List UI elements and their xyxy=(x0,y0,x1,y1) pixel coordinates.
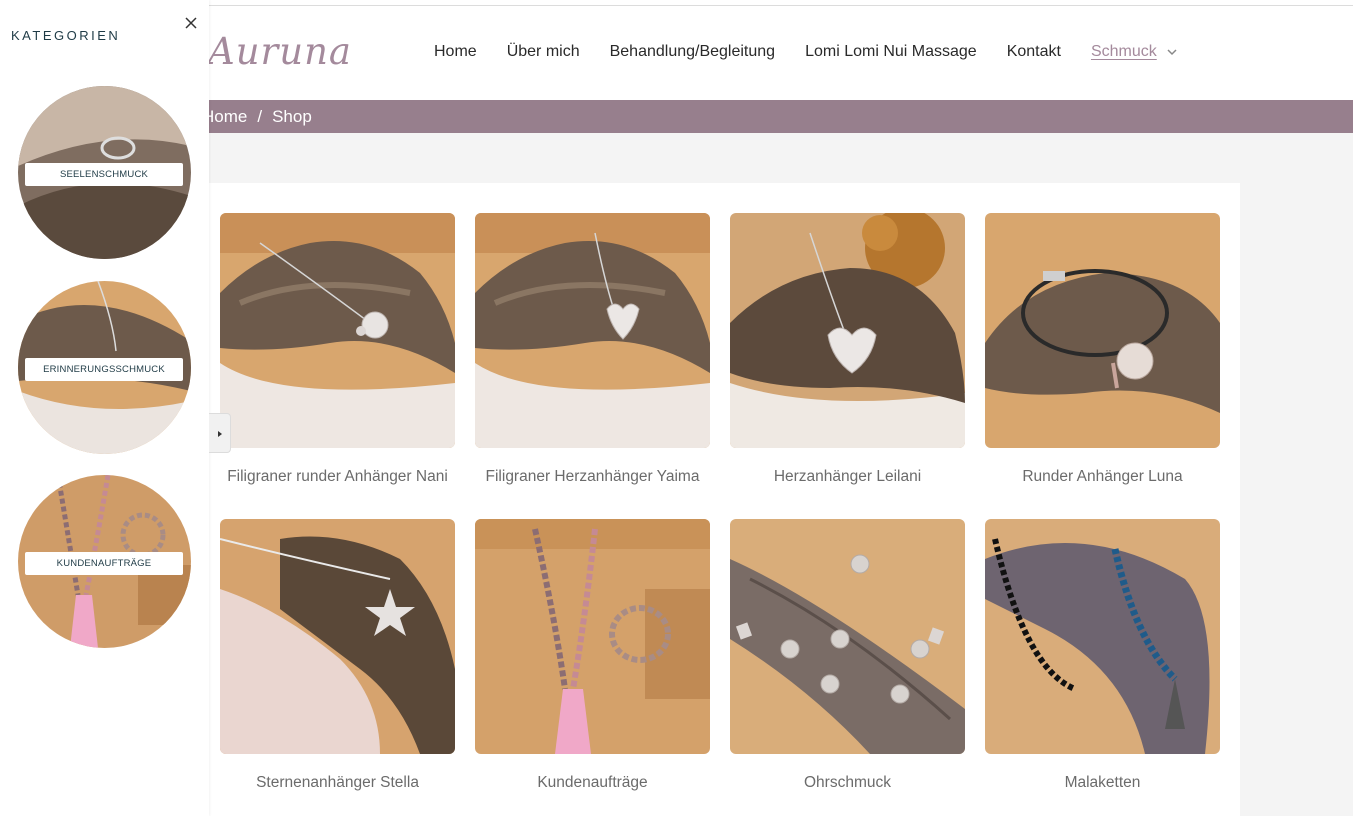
chevron-down-icon[interactable] xyxy=(1165,45,1179,59)
nav-massage[interactable]: Lomi Lomi Nui Massage xyxy=(805,43,977,61)
product-card[interactable]: Malaketten xyxy=(985,519,1220,792)
product-title[interactable]: Filigraner runder Anhänger Nani xyxy=(220,468,455,486)
product-image[interactable] xyxy=(730,519,965,754)
product-card[interactable]: Filigraner Herzanhänger Yaima xyxy=(475,213,710,486)
product-title[interactable]: Sternenanhänger Stella xyxy=(220,774,455,792)
nav-about[interactable]: Über mich xyxy=(507,43,580,61)
product-title[interactable]: Filigraner Herzanhänger Yaima xyxy=(475,468,710,486)
product-image[interactable] xyxy=(475,213,710,448)
category-label: KUNDENAUFTRÄGE xyxy=(25,552,183,575)
product-card[interactable]: Ohrschmuck xyxy=(730,519,965,792)
close-icon[interactable] xyxy=(183,15,199,31)
category-label: ERINNERUNGSSCHMUCK xyxy=(25,358,183,381)
product-card[interactable]: Sternenanhänger Stella xyxy=(220,519,455,792)
breadcrumb-separator: / xyxy=(257,107,263,126)
product-image[interactable] xyxy=(985,519,1220,754)
product-card[interactable]: Kundenaufträge xyxy=(475,519,710,792)
product-image[interactable] xyxy=(730,213,965,448)
site-logo[interactable]: Auruna xyxy=(208,30,352,73)
sidebar-toggle-handle[interactable] xyxy=(209,413,231,453)
category-label: SEELENSCHMUCK xyxy=(25,163,183,186)
category-seelenschmuck[interactable]: SEELENSCHMUCK xyxy=(18,86,191,259)
nav-treatment[interactable]: Behandlung/Begleitung xyxy=(610,43,775,61)
product-image[interactable] xyxy=(220,213,455,448)
product-card[interactable]: Filigraner runder Anhänger Nani xyxy=(220,213,455,486)
product-card[interactable]: Herzanhänger Leilani xyxy=(730,213,965,486)
category-sidebar: KATEGORIEN SEELENSCHMUCK ERINNERUNGSSCHM… xyxy=(0,0,209,816)
category-kundenauftraege[interactable]: KUNDENAUFTRÄGE xyxy=(18,475,191,648)
nav-home[interactable]: Home xyxy=(434,43,477,61)
nav-jewelry[interactable]: Schmuck xyxy=(1091,43,1157,61)
sidebar-title: KATEGORIEN xyxy=(11,28,121,43)
product-title[interactable]: Ohrschmuck xyxy=(730,774,965,792)
shop-content: Filigraner runder Anhänger Nani Filigran… xyxy=(200,183,1240,816)
breadcrumb-current: Shop xyxy=(272,107,312,126)
product-image[interactable] xyxy=(475,519,710,754)
product-title[interactable]: Kundenaufträge xyxy=(475,774,710,792)
product-title[interactable]: Herzanhänger Leilani xyxy=(730,468,965,486)
breadcrumb: Home / Shop xyxy=(202,107,312,127)
product-title[interactable]: Malaketten xyxy=(985,774,1220,792)
caret-right-icon xyxy=(218,431,222,437)
nav-contact[interactable]: Kontakt xyxy=(1007,43,1061,61)
category-erinnerungsschmuck[interactable]: ERINNERUNGSSCHMUCK xyxy=(18,281,191,454)
main-nav: Home Über mich Behandlung/Begleitung Lom… xyxy=(434,43,1179,61)
product-image[interactable] xyxy=(220,519,455,754)
product-card[interactable]: Runder Anhänger Luna xyxy=(985,213,1220,486)
product-title[interactable]: Runder Anhänger Luna xyxy=(985,468,1220,486)
product-image[interactable] xyxy=(985,213,1220,448)
